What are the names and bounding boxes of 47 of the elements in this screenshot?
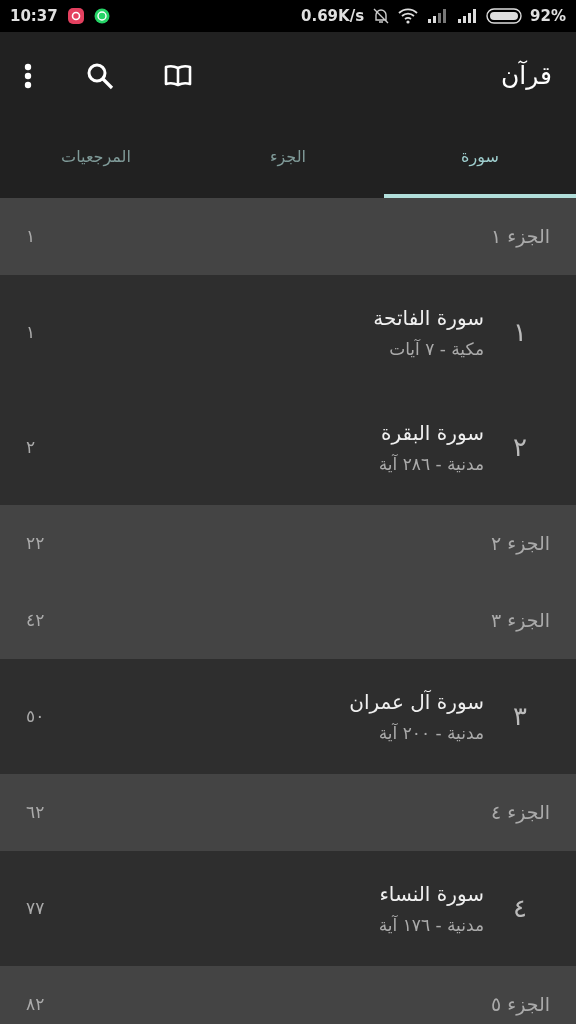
search-icon[interactable] [86, 62, 114, 90]
surah-title: سورة آل عمران [349, 688, 484, 716]
camera-app-icon [67, 8, 84, 24]
juz-header[interactable]: الجزء ٥ ٨٢ [0, 966, 576, 1024]
tab[interactable]: الجزء [192, 120, 384, 198]
battery-icon [486, 8, 525, 24]
surah-number: ٣ [512, 700, 528, 733]
surah-number: ٢ [512, 431, 528, 464]
more-menu-icon[interactable] [24, 63, 32, 89]
page-number: ١ [26, 320, 36, 344]
muted-bell-icon [372, 7, 391, 25]
surah-title: سورة النساء [378, 880, 484, 908]
signal-icon [428, 9, 449, 23]
surah-subtitle: مدنية - ١٧٦ آية [378, 913, 484, 937]
page-number: ٧٧ [26, 896, 45, 920]
page-number: ٢٢ [26, 531, 45, 555]
surah-number: ١ [512, 316, 528, 349]
juz-title: الجزء ٥ [491, 992, 550, 1018]
chat-app-icon [93, 8, 110, 24]
surah-subtitle: مدنية - ٢٨٦ آية [378, 452, 484, 476]
juz-header[interactable]: الجزء ٢ ٢٢ [0, 505, 576, 582]
juz-title: الجزء ١ [491, 224, 550, 250]
page-number: ٦٢ [26, 800, 45, 824]
battery-percent: 92% [530, 5, 566, 27]
page-number: ٨٢ [26, 992, 45, 1016]
juz-header[interactable]: الجزء ٣ ٤٢ [0, 582, 576, 659]
app-title: قرآن [500, 59, 552, 93]
juz-header[interactable]: الجزء ١ ١ [0, 198, 576, 275]
page-number: ٤٢ [26, 608, 45, 632]
juz-title: الجزء ٤ [491, 800, 550, 826]
surah-number: ٤ [512, 892, 528, 925]
status-time: 10:37 [10, 5, 58, 27]
surah-title: سورة الفاتحة [373, 304, 484, 332]
wifi-icon [398, 8, 419, 24]
book-icon[interactable] [164, 64, 192, 88]
page-number: ٥٠ [26, 704, 45, 728]
page-number: ١ [26, 224, 36, 248]
signal-icon [458, 9, 479, 23]
page-number: ٢ [26, 435, 36, 459]
juz-title: الجزء ٣ [491, 608, 550, 634]
surah-subtitle: مكية - ٧ آيات [388, 337, 484, 361]
juz-header[interactable]: الجزء ٤ ٦٢ [0, 774, 576, 851]
surah-title: سورة البقرة [380, 419, 484, 447]
juz-title: الجزء ٢ [491, 531, 550, 557]
surah-subtitle: مدنية - ٢٠٠ آية [377, 721, 484, 745]
network-speed: 0.69K/s [301, 5, 365, 27]
tab[interactable]: المرجعيات [0, 120, 192, 198]
